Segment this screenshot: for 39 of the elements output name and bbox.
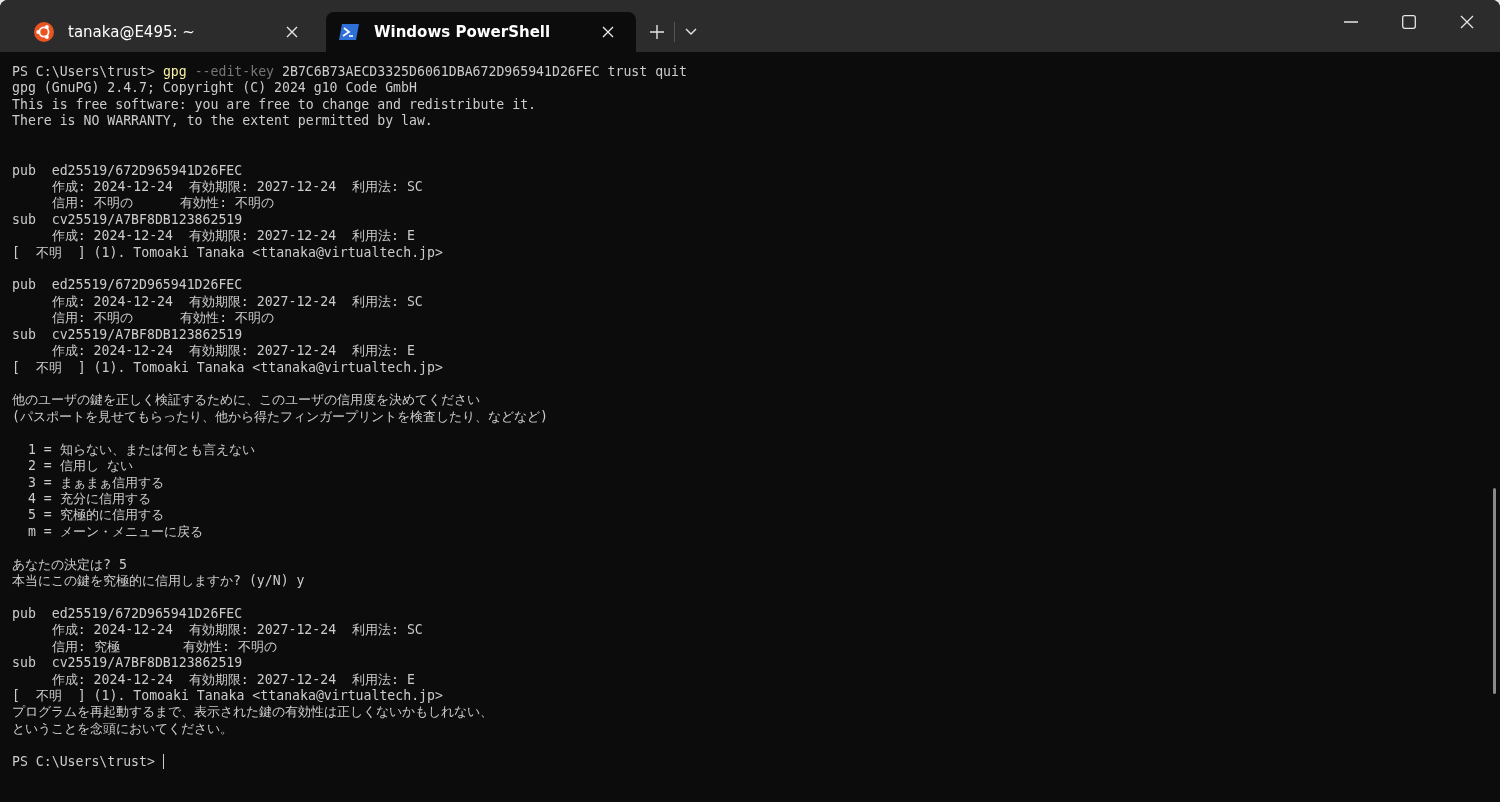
terminal-line: gpg (GnuPG) 2.4.7; Copyright (C) 2024 g10 Code GmbH — [12, 80, 418, 97]
terminal-line: 信用: 不明の 有効性: 不明の — [50, 195, 276, 212]
terminal-line: [ 不明 ] (1). Tomoaki Tanaka <ttanaka@virtualtech.jp> — [12, 244, 444, 262]
terminal-line: This is free software: you are free to change and redistribute it. — [12, 96, 537, 114]
terminal-line: 2 = 信用し ない — [26, 458, 134, 475]
prompt-text: PS C:\Users\trust> — [12, 753, 155, 769]
terminal-line: sub cv25519/A7BF8DB123862519 — [12, 655, 244, 672]
terminal-line: あなたの決定は? 5 — [12, 556, 128, 574]
terminal-line: 作成: 2024-12-24 有効期限: 2027-12-24 利用法: E — [50, 228, 416, 245]
terminal-line: (パスポートを見せてもらったり、他から得たフィンガープリントを検査したり、などなど) — [12, 408, 549, 426]
terminal-tab[interactable]: Windows PowerShell — [326, 12, 636, 52]
terminal-line: pub ed25519/672D965941D26FEC — [12, 277, 244, 294]
terminal-line: m = メーン・メニューに戻る — [26, 523, 204, 541]
terminal-line: 他のユーザの鍵を正しく検証するために、このユーザの信用度を決めてください — [12, 392, 481, 409]
option-text: --edit-key — [194, 64, 275, 79]
terminal-line: 3 = まぁまぁ信用する — [26, 474, 165, 491]
prompt-text: PS C:\Users\trust> — [12, 64, 155, 79]
terminal-line: 作成: 2024-12-24 有効期限: 2027-12-24 利用法: E — [50, 671, 416, 689]
terminal-line: ということを念頭においてください。 — [12, 720, 234, 738]
terminal-line: pub ed25519/672D965941D26FEC — [12, 605, 244, 623]
terminal-line: 作成: 2024-12-24 有効期限: 2027-12-24 利用法: SC — [50, 622, 424, 639]
terminal-line: 1 = 知らない、または何とも言えない — [26, 441, 256, 459]
terminal-line: 信用: 不明の 有効性: 不明の — [50, 310, 276, 327]
terminal-line: pub ed25519/672D965941D26FEC — [12, 162, 244, 179]
terminal-line: [ 不明 ] (1). Tomoaki Tanaka <ttanaka@virtualtech.jp> — [12, 688, 444, 705]
terminal-line: プログラムを再起動するまで、表示された鍵の有効性は正しくないかもしれない、 — [12, 704, 494, 721]
terminal-line: There is NO WARRANTY, to the extent permitted by law. — [12, 113, 434, 130]
terminal-line: 4 = 充分に信用する — [26, 490, 152, 508]
terminal-line: sub cv25519/A7BF8DB123862519 — [12, 326, 244, 344]
terminal-line: 作成: 2024-12-24 有効期限: 2027-12-24 利用法: SC — [50, 293, 424, 311]
program-text: gpg — [162, 64, 187, 79]
terminal-line: [ 不明 ] (1). Tomoaki Tanaka <ttanaka@virtualtech.jp> — [12, 359, 444, 376]
terminal-line: 作成: 2024-12-24 有効期限: 2027-12-24 利用法: E — [50, 343, 416, 360]
terminal-line: 5 = 究極的に信用する — [26, 507, 165, 524]
terminal-line: 本当にこの鍵を究極的に信用しますか? (y/N) y — [12, 573, 306, 590]
terminal-line: 作成: 2024-12-24 有効期限: 2027-12-24 利用法: SC — [50, 178, 424, 196]
terminal-line: 信用: 究極 有効性: 不明の — [50, 638, 278, 656]
argument-text: 2B7C6B73AECD3325D6061DBA672D965941D26FEC trust quit — [282, 64, 687, 79]
terminal-line: sub cv25519/A7BF8DB123862519 — [12, 211, 244, 229]
